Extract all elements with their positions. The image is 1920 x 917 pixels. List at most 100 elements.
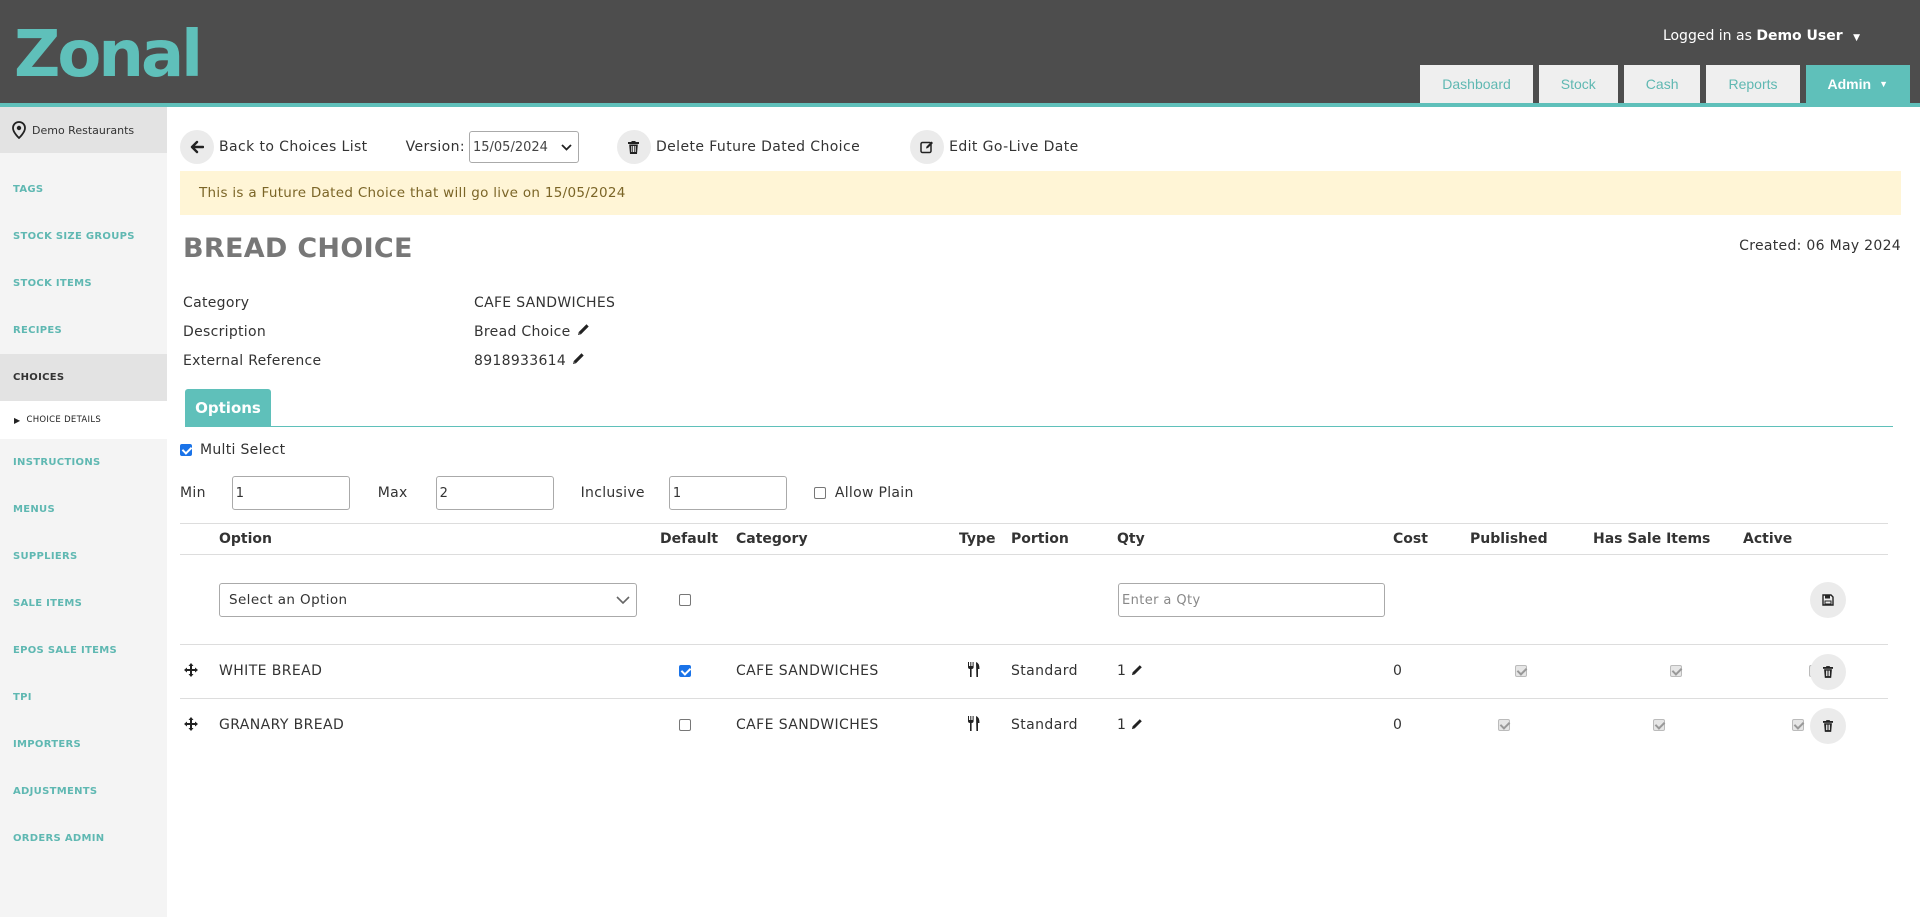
- sidebar-item-importers[interactable]: IMPORTERS: [0, 721, 167, 768]
- qty-input[interactable]: Enter a Qty: [1118, 583, 1385, 617]
- option-cost: 0: [1393, 717, 1403, 733]
- nav-stock[interactable]: Stock: [1538, 65, 1618, 103]
- delete-option-button[interactable]: [1810, 708, 1846, 744]
- multi-select-label: Multi Select: [200, 442, 286, 458]
- sidebar-item-tpi[interactable]: TPI: [0, 674, 167, 721]
- option-name: WHITE BREAD: [219, 663, 323, 679]
- multi-select-checkbox[interactable]: [180, 444, 192, 456]
- sidebar-item-sale-items[interactable]: SALE ITEMS: [0, 580, 167, 627]
- col-active: Active: [1743, 531, 1793, 547]
- sidebar-item-instructions[interactable]: INSTRUCTIONS: [0, 439, 167, 486]
- default-checkbox[interactable]: [679, 719, 691, 731]
- inclusive-label: Inclusive: [580, 485, 645, 501]
- edit-qty-pencil-icon[interactable]: [1131, 664, 1143, 680]
- detail-row-description: Description Bread Choice: [183, 317, 615, 346]
- tab-options[interactable]: Options: [185, 389, 271, 427]
- delete-future-button[interactable]: [616, 130, 651, 164]
- min-input[interactable]: [231, 476, 350, 510]
- sidebar-item-choices[interactable]: CHOICES: [0, 354, 167, 401]
- sidebar-item-epos-sale-items[interactable]: EPOS SALE ITEMS: [0, 627, 167, 674]
- active-checkbox: [1791, 719, 1804, 731]
- save-option-button[interactable]: [1810, 582, 1846, 618]
- detail-key: Description: [183, 323, 267, 340]
- sidebar-item-orders-admin[interactable]: ORDERS ADMIN: [0, 815, 167, 862]
- table-row: GRANARY BREAD CAFE SANDWICHES Standard 1…: [180, 699, 1888, 753]
- option-portion: Standard: [1011, 663, 1078, 679]
- top-header: Zonal Logged in as Demo User ▼ Dashboard…: [0, 0, 1920, 106]
- site-selector[interactable]: Demo Restaurants: [0, 107, 167, 153]
- cutlery-icon: [968, 662, 980, 677]
- edit-external-reference-pencil-icon[interactable]: [572, 352, 585, 369]
- sidebar-item-stock-items[interactable]: STOCK ITEMS: [0, 260, 167, 307]
- nav-cash[interactable]: Cash: [1623, 65, 1701, 103]
- new-default-checkbox[interactable]: [679, 594, 691, 606]
- chevron-down-icon: [616, 596, 630, 604]
- sidebar-item-tags[interactable]: TAGS: [0, 166, 167, 213]
- multi-select-row: Multi Select: [180, 442, 285, 458]
- logged-in-prefix: Logged in as: [1662, 28, 1752, 44]
- option-category: CAFE SANDWICHES: [736, 663, 879, 679]
- option-qty: 1: [1117, 663, 1127, 679]
- edit-qty-pencil-icon[interactable]: [1131, 718, 1143, 734]
- sidebar-item-recipes[interactable]: RECIPES: [0, 307, 167, 354]
- version-select[interactable]: 15/05/2024: [468, 131, 579, 163]
- edit-go-live-label[interactable]: Edit Go-Live Date: [949, 139, 1079, 155]
- nav-admin-label: Admin: [1827, 76, 1872, 92]
- detail-value: Bread Choice: [474, 323, 571, 340]
- choice-details: Category CAFE SANDWICHES Description Bre…: [183, 288, 615, 375]
- min-label: Min: [180, 485, 206, 501]
- option-select[interactable]: Select an Option: [219, 583, 637, 617]
- max-input[interactable]: [435, 476, 554, 510]
- detail-value: 8918933614: [474, 352, 567, 369]
- col-has-sale-items: Has Sale Items: [1593, 531, 1711, 547]
- option-portion: Standard: [1011, 717, 1078, 733]
- col-option: Option: [219, 531, 272, 547]
- version-label: Version:: [405, 139, 465, 155]
- has-sale-items-checkbox: [1652, 719, 1665, 731]
- toolbar: Back to Choices List Version: 15/05/2024…: [180, 129, 1079, 165]
- tab-bar: Options: [185, 389, 1893, 427]
- edit-description-pencil-icon[interactable]: [577, 323, 590, 340]
- caret-down-icon: ▼: [1853, 33, 1860, 43]
- col-cost: Cost: [1393, 531, 1428, 547]
- drag-handle-icon[interactable]: [184, 717, 198, 731]
- sidebar-item-adjustments[interactable]: ADJUSTMENTS: [0, 768, 167, 815]
- sidebar-item-suppliers[interactable]: SUPPLIERS: [0, 533, 167, 580]
- trash-icon: [628, 140, 640, 154]
- min-max-row: Min Max Inclusive Allow Plain: [180, 476, 914, 510]
- nav-reports[interactable]: Reports: [1706, 65, 1800, 103]
- edit-go-live-button[interactable]: [910, 130, 945, 164]
- delete-option-button[interactable]: [1810, 654, 1846, 690]
- edit-square-icon: [920, 141, 934, 154]
- option-cost: 0: [1393, 663, 1403, 679]
- created-date: Created: 06 May 2024: [1739, 238, 1901, 254]
- published-checkbox: [1514, 665, 1527, 677]
- has-sale-items-checkbox: [1669, 665, 1682, 677]
- nav-admin[interactable]: Admin ▼: [1805, 65, 1910, 103]
- col-published: Published: [1470, 531, 1548, 547]
- detail-row-external-reference: External Reference 8918933614: [183, 346, 615, 375]
- default-checkbox[interactable]: [679, 665, 691, 677]
- allow-plain-label: Allow Plain: [834, 485, 914, 501]
- col-category: Category: [736, 531, 808, 547]
- col-default: Default: [660, 531, 719, 547]
- sidebar-item-stock-size-groups[interactable]: STOCK SIZE GROUPS: [0, 213, 167, 260]
- option-qty: 1: [1117, 717, 1127, 733]
- header-accent-bar: [0, 103, 1920, 107]
- user-menu[interactable]: Logged in as Demo User ▼: [1663, 28, 1860, 44]
- allow-plain-checkbox[interactable]: [813, 487, 826, 499]
- zonal-logo[interactable]: Zonal: [14, 18, 204, 92]
- future-dated-alert: This is a Future Dated Choice that will …: [180, 171, 1901, 215]
- option-select-placeholder: Select an Option: [229, 592, 348, 608]
- sidebar-subitem-choice-details[interactable]: ▶ CHOICE DETAILS: [0, 401, 167, 439]
- site-name: Demo Restaurants: [32, 123, 135, 137]
- sidebar-item-menus[interactable]: MENUS: [0, 486, 167, 533]
- inclusive-input[interactable]: [668, 476, 787, 510]
- drag-handle-icon[interactable]: [184, 663, 198, 677]
- max-label: Max: [377, 485, 408, 501]
- table-row: WHITE BREAD CAFE SANDWICHES Standard 1 0: [180, 645, 1888, 699]
- nav-dashboard[interactable]: Dashboard: [1420, 65, 1533, 103]
- back-button[interactable]: [180, 130, 214, 164]
- delete-future-label[interactable]: Delete Future Dated Choice: [656, 139, 860, 155]
- back-label[interactable]: Back to Choices List: [219, 139, 368, 155]
